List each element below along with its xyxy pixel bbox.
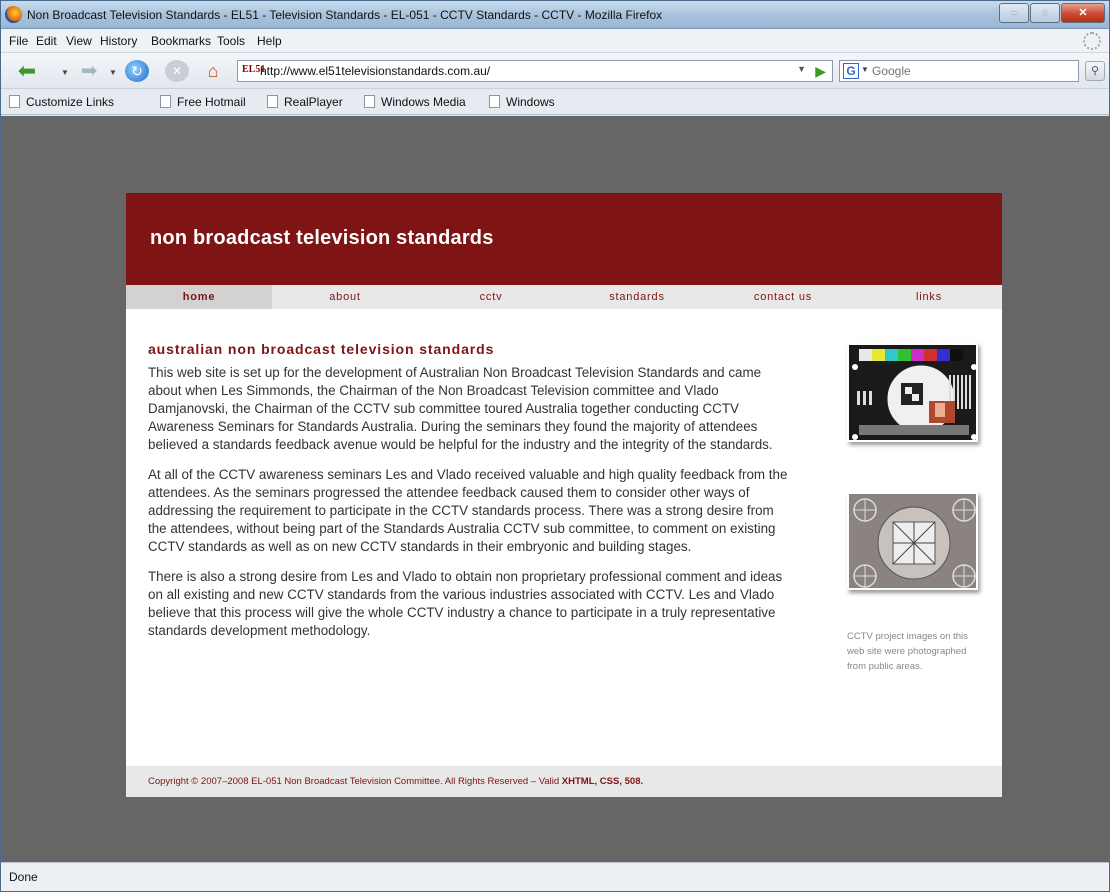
site-container: non broadcast television standards home … xyxy=(126,193,1002,797)
bookmark-free-hotmail[interactable]: Free Hotmail xyxy=(160,95,246,109)
menu-bookmarks[interactable]: Bookmarks xyxy=(151,34,211,48)
url-bar[interactable]: EL51 http://www.el51televisionstandards.… xyxy=(237,60,833,82)
go-button[interactable]: ▶ xyxy=(815,63,826,80)
nav-links[interactable]: links xyxy=(856,285,1002,309)
menu-view[interactable]: View xyxy=(66,34,92,48)
bookmark-windows-media[interactable]: Windows Media xyxy=(364,95,466,109)
footer-copyright: Copyright © 2007–2008 EL-051 Non Broadca… xyxy=(148,776,644,787)
reload-button[interactable]: ↻ xyxy=(125,60,149,82)
search-button[interactable]: ⚲ xyxy=(1085,61,1105,81)
bookmarks-toolbar: Customize Links Free Hotmail RealPlayer … xyxy=(1,89,1109,115)
image-caption: CCTV project images on this web site wer… xyxy=(847,631,968,672)
intro-paragraph: This web site is set up for the developm… xyxy=(148,365,773,452)
page-icon xyxy=(160,95,171,108)
bookmark-customize-links[interactable]: Customize Links xyxy=(9,95,114,109)
nav-standards[interactable]: standards xyxy=(564,285,710,309)
search-bar: G ▼ xyxy=(839,60,1079,82)
desire-paragraph: There is also a strong desire from Les a… xyxy=(148,569,783,638)
window-controls: – ▫ ✕ xyxy=(998,3,1105,23)
title-bar: Non Broadcast Television Standards - EL5… xyxy=(1,1,1109,29)
nav-about[interactable]: about xyxy=(272,285,418,309)
site-title: non broadcast television standards xyxy=(150,227,494,249)
valid-508-link[interactable]: 508 xyxy=(625,776,641,787)
url-input[interactable]: http://www.el51televisionstandards.com.a… xyxy=(260,64,490,78)
firefox-icon xyxy=(5,6,22,23)
seminars-paragraph: At all of the CCTV awareness seminars Le… xyxy=(148,467,788,554)
nav-contact-us[interactable]: contact us xyxy=(710,285,856,309)
nav-home[interactable]: home xyxy=(126,285,272,309)
site-nav: home about cctv standards contact us lin… xyxy=(126,285,1002,309)
back-history-dropdown-icon[interactable]: ▼ xyxy=(61,68,69,77)
menu-help[interactable]: Help xyxy=(257,34,282,48)
menu-history[interactable]: History xyxy=(100,34,137,48)
site-header: non broadcast television standards xyxy=(126,193,1002,285)
menu-file[interactable]: File xyxy=(9,34,28,48)
page-icon xyxy=(489,95,500,108)
test-card-image-mono xyxy=(847,492,978,590)
activity-throbber-icon xyxy=(1083,32,1101,50)
bookmark-windows[interactable]: Windows xyxy=(489,95,555,109)
navigation-toolbar: ⬅ ▼ ➡ ▼ ↻ ✕ ⌂ EL51 http://www.el51televi… xyxy=(1,53,1109,89)
search-engine-dropdown-icon[interactable]: ▼ xyxy=(861,65,869,74)
search-engine-icon[interactable]: G xyxy=(843,63,859,79)
page-icon xyxy=(9,95,20,108)
test-card-image-color xyxy=(847,343,978,442)
valid-xhtml-link[interactable]: XHTML xyxy=(562,776,595,787)
mono-test-pattern-icon xyxy=(849,494,976,588)
status-text: Done xyxy=(9,870,38,884)
back-button[interactable]: ⬅ xyxy=(15,60,39,82)
forward-history-dropdown-icon[interactable]: ▼ xyxy=(109,68,117,77)
search-input[interactable] xyxy=(872,64,1072,78)
menu-bar: File Edit View History Bookmarks Tools H… xyxy=(1,29,1109,53)
url-history-dropdown-icon[interactable]: ▼ xyxy=(797,64,806,74)
minimize-button[interactable]: – xyxy=(999,3,1029,23)
maximize-button[interactable]: ▫ xyxy=(1030,3,1060,23)
browser-window: Non Broadcast Television Standards - EL5… xyxy=(0,0,1110,892)
site-footer: Copyright © 2007–2008 EL-051 Non Broadca… xyxy=(126,766,1002,797)
stop-button[interactable]: ✕ xyxy=(165,60,189,82)
page-icon xyxy=(267,95,278,108)
menu-edit[interactable]: Edit xyxy=(36,34,57,48)
bookmark-realplayer[interactable]: RealPlayer xyxy=(267,95,343,109)
main-content: australian non broadcast television stan… xyxy=(148,341,788,652)
valid-css-link[interactable]: CSS xyxy=(600,776,620,787)
forward-button[interactable]: ➡ xyxy=(77,60,101,82)
window-title: Non Broadcast Television Standards - EL5… xyxy=(27,8,663,22)
page-icon xyxy=(364,95,375,108)
status-bar: Done xyxy=(1,862,1109,891)
page-heading: australian non broadcast television stan… xyxy=(148,341,495,357)
nav-cctv[interactable]: cctv xyxy=(418,285,564,309)
page-viewport[interactable]: non broadcast television standards home … xyxy=(1,116,1109,862)
menu-tools[interactable]: Tools xyxy=(217,34,245,48)
close-button[interactable]: ✕ xyxy=(1061,3,1105,23)
color-test-pattern-icon xyxy=(849,345,976,440)
home-button[interactable]: ⌂ xyxy=(201,60,225,82)
